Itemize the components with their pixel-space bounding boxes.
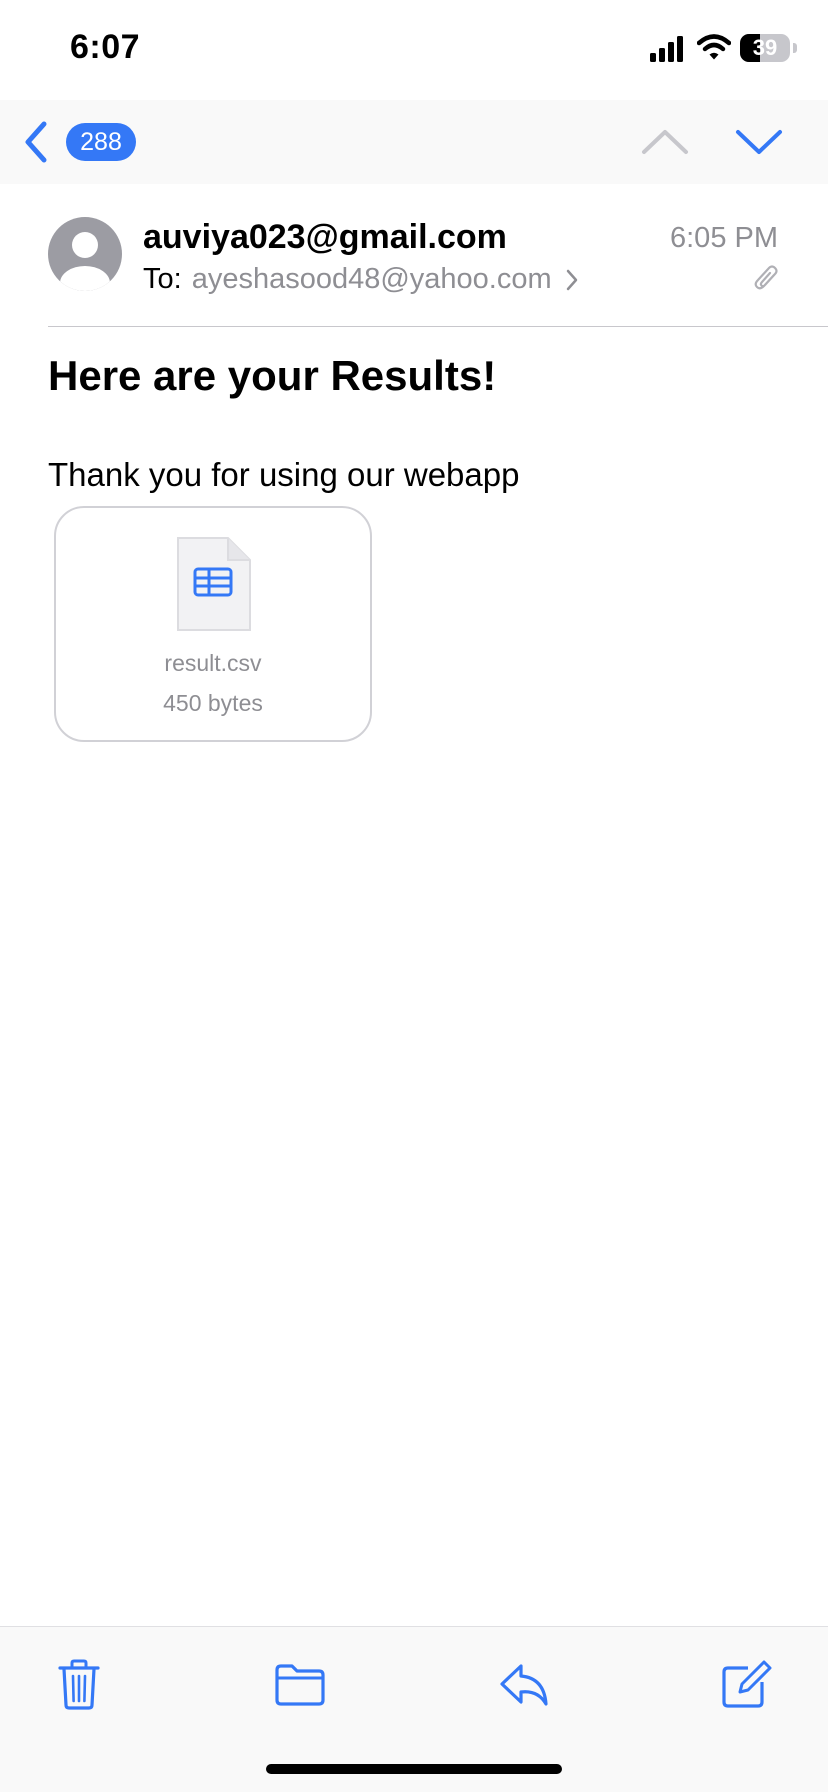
back-chevron-icon (25, 121, 47, 163)
message-body: Thank you for using our webapp (48, 456, 520, 493)
trash-icon[interactable] (51, 1656, 107, 1712)
next-message-button[interactable] (734, 120, 784, 164)
to-label: To: (143, 263, 182, 295)
attachment-card[interactable]: result.csv 450 bytes (54, 506, 372, 742)
compose-icon[interactable] (718, 1656, 774, 1712)
folder-icon[interactable] (272, 1656, 328, 1712)
reply-icon[interactable] (496, 1656, 552, 1712)
message-subject: Here are your Results! (48, 352, 497, 399)
attachment-file-size: 450 bytes (163, 690, 263, 716)
message-time: 6:05 PM (670, 222, 778, 254)
home-indicator[interactable] (266, 1764, 562, 1774)
sender-address[interactable]: auviya023@gmail.com (143, 218, 507, 257)
recipient-line[interactable]: To: ayeshasood48@yahoo.com (143, 263, 578, 296)
mail-message-screen: 6:07 39 288 auviya023@gmail.com To: ayes… (0, 0, 828, 1792)
status-time: 6:07 (70, 28, 141, 66)
back-to-inbox-button[interactable]: 288 (22, 116, 152, 168)
attachment-file-name: result.csv (164, 650, 262, 676)
previous-message-button[interactable] (640, 120, 690, 164)
wifi-icon (697, 34, 731, 60)
sender-avatar[interactable] (48, 217, 122, 291)
battery-percentage: 39 (752, 35, 778, 60)
paperclip-icon (754, 265, 778, 290)
battery-icon: 39 (740, 34, 798, 64)
navigation-bar: 288 (0, 100, 828, 184)
recipient-address: ayeshasood48@yahoo.com (191, 263, 552, 295)
spreadsheet-file-icon (177, 537, 251, 631)
status-bar: 6:07 39 (0, 0, 828, 100)
chevron-right-icon (566, 269, 577, 290)
cellular-signal-icon (650, 36, 683, 62)
unread-count-badge: 288 (66, 123, 136, 161)
header-divider (48, 326, 828, 327)
